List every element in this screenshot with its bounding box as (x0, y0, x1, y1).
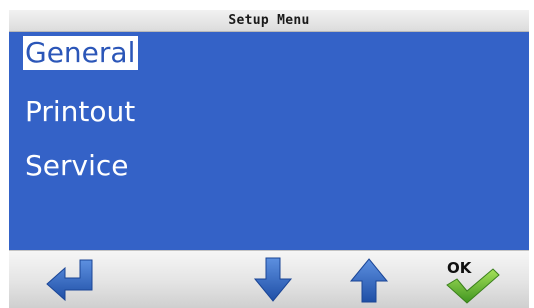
enter-button[interactable] (35, 251, 107, 308)
arrow-down-icon (253, 257, 293, 302)
ok-button[interactable]: OK (437, 251, 509, 308)
ok-label: OK (447, 259, 473, 277)
menu-list: General Printout Service (9, 32, 529, 250)
menu-item-service[interactable]: Service (23, 149, 131, 183)
bottom-toolbar: OK (9, 250, 529, 308)
page-title: Setup Menu (228, 13, 310, 28)
ok-check-icon: OK (446, 259, 500, 304)
menu-item-general[interactable]: General (23, 36, 139, 70)
enter-arrow-icon (46, 259, 93, 301)
arrow-up-icon (349, 257, 389, 302)
move-down-button[interactable] (243, 251, 303, 308)
title-bar: Setup Menu (9, 10, 529, 32)
move-up-button[interactable] (339, 251, 399, 308)
setup-menu-screen: Setup Menu General Printout Service OK (0, 0, 534, 308)
menu-item-printout[interactable]: Printout (23, 95, 138, 129)
